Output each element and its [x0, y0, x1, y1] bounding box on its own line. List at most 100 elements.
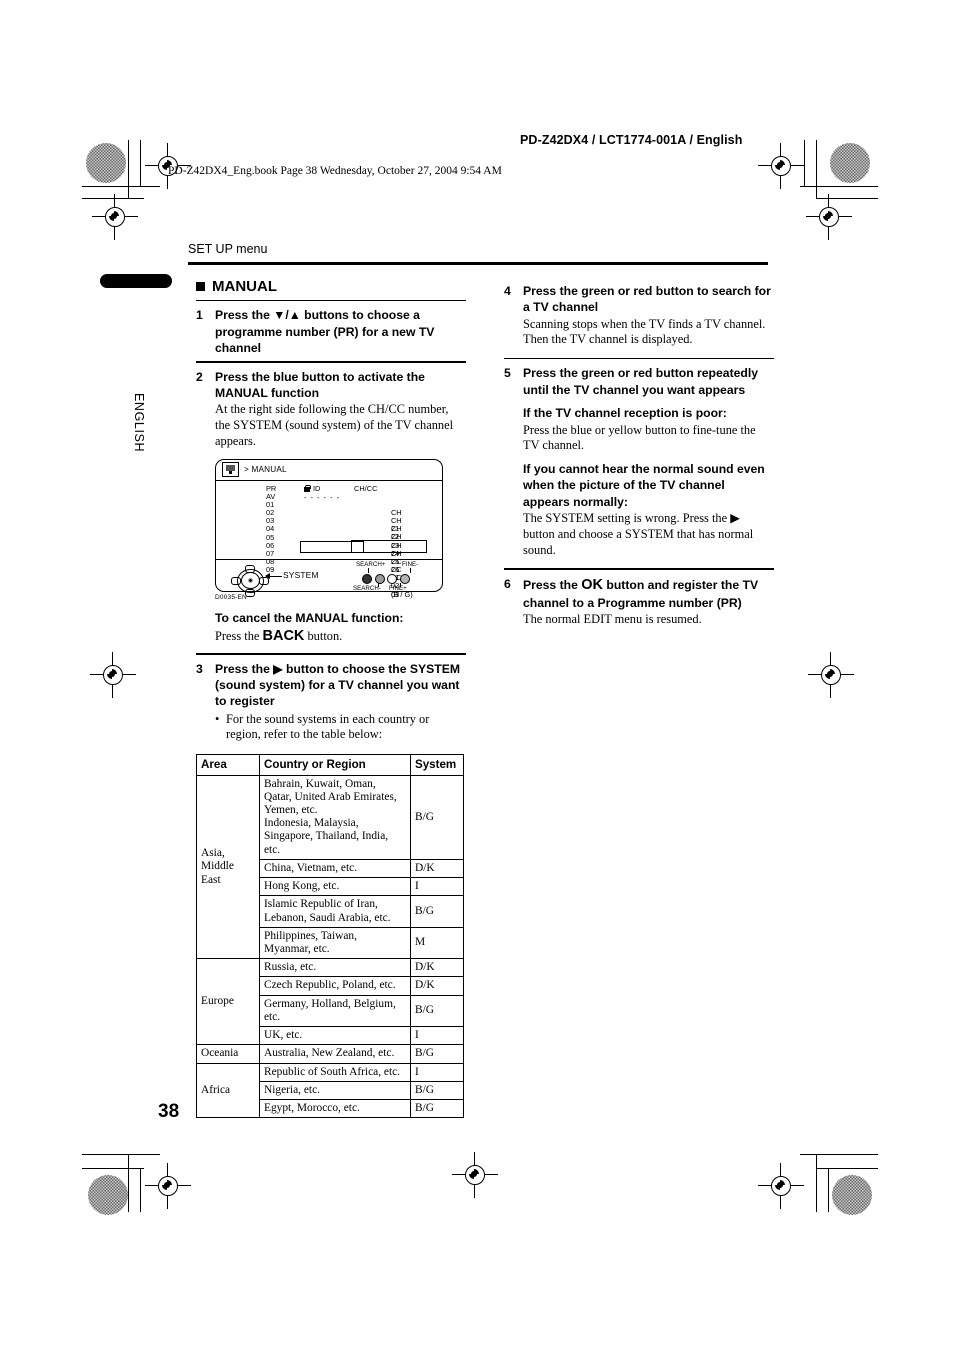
- table-cell-system: B/G: [410, 1080, 464, 1100]
- step-5: 5 Press the green or red button repeated…: [504, 365, 774, 558]
- left-column: MANUAL 1 Press the ▼/▲ buttons to choose…: [196, 278, 466, 1119]
- page-title: SET UP menu: [188, 242, 268, 256]
- tv-channel-list: PR ID CH/CC AV 01 02 03 04 05 06 07 08 0…: [216, 481, 442, 598]
- step-1-number: 1: [196, 308, 203, 323]
- halftone-patch-bl: [88, 1175, 128, 1215]
- table-cell-area: Africa: [196, 1062, 260, 1119]
- block-heading: MANUAL: [196, 278, 466, 295]
- tv-ch-row-1: CH 21: [354, 501, 413, 533]
- step-4: 4 Press the green or red button to searc…: [504, 283, 774, 348]
- square-bullet-icon: [196, 282, 205, 291]
- registration-mark-left-middle: [90, 652, 136, 698]
- table-cell-country: Hong Kong, etc.: [259, 877, 411, 897]
- step-1-heading: Press the ▼/▲ buttons to choose a progra…: [215, 308, 435, 355]
- page-number: 38: [158, 1101, 180, 1122]
- step-2-body: At the right side following the CH/CC nu…: [215, 402, 454, 448]
- table-cell-country: Islamic Republic of Iran, Lebanon, Saudi…: [259, 895, 411, 928]
- crop-line-tr-h1: [800, 186, 878, 188]
- table-cell-country: China, Vietnam, etc.: [259, 858, 411, 879]
- registration-mark-bottom-center: [452, 1152, 498, 1198]
- rule-above-step-1: [196, 300, 466, 302]
- table-cell-country: Bahrain, Kuwait, Oman, Qatar, United Ara…: [259, 774, 411, 860]
- table-header-area: Area: [196, 754, 260, 776]
- right-column: 4 Press the green or red button to searc…: [504, 283, 774, 628]
- step-5-number: 5: [504, 366, 511, 381]
- fine-minus-button-icon: [399, 573, 410, 584]
- table-row: Oceania Australia, New Zealand, etc. B/G: [196, 1044, 464, 1064]
- table-cell-country: Nigeria, etc.: [259, 1080, 411, 1100]
- tv-selected-channel-box[interactable]: [351, 540, 427, 554]
- step-6-number: 6: [504, 576, 511, 591]
- table-cell-country: Philippines, Taiwan, Myanmar, etc.: [259, 926, 411, 960]
- tv-menu-title: > MANUAL: [244, 465, 287, 475]
- step-2: 2 Press the blue button to activate the …: [196, 369, 466, 646]
- table-cell-system: D/K: [410, 976, 464, 996]
- crop-line-tr-v2: [804, 140, 806, 186]
- table-cell-system: B/G: [410, 774, 464, 860]
- system-callout-arrow-icon: [265, 572, 282, 580]
- dpad-center: ◉: [241, 571, 260, 589]
- table-cell-country: Russia, etc.: [259, 958, 411, 978]
- cancel-note-post: button.: [304, 628, 343, 643]
- tv-col-header-id-label: ID: [313, 483, 321, 493]
- table-cell-system: D/K: [410, 858, 464, 879]
- step-3-bullet-text: For the sound systems in each country or…: [226, 711, 430, 742]
- table-row: Europe Russia, etc. D/K: [196, 958, 464, 1046]
- step-6-body: The normal EDIT menu is resumed.: [523, 612, 702, 627]
- registration-mark-left-upper: [92, 194, 138, 240]
- step-2-heading: Press the blue button to activate the MA…: [215, 369, 425, 400]
- table-cell-system: B/G: [410, 1044, 464, 1064]
- table-header-system: System: [410, 754, 464, 776]
- print-model-code: PD-Z42DX4 / LCT1774-001A / English: [520, 133, 743, 147]
- rule-above-step-5: [504, 358, 774, 360]
- table-header-row: Area Country or Region System: [196, 754, 464, 776]
- table-cell-system: B/G: [410, 1098, 464, 1119]
- crop-line-br-v2: [828, 1168, 830, 1212]
- crop-line-bl-h2: [82, 1168, 144, 1170]
- table-row: Africa Republic of South Africa, etc. I: [196, 1062, 464, 1119]
- table-cell-country: Republic of South Africa, etc.: [259, 1062, 411, 1082]
- table-cell-system: I: [410, 1062, 464, 1082]
- label-search-plus: SEARCH+: [356, 560, 386, 568]
- fine-plus-button-icon: [387, 573, 397, 584]
- step-3-heading: Press the ▶ button to choose the SYSTEM …: [215, 661, 461, 709]
- side-tab-marker: [100, 274, 172, 288]
- step-3-bullet: • For the sound systems in each country …: [215, 712, 466, 744]
- crop-line-br-h2: [816, 1168, 878, 1170]
- table-cell-area: Oceania: [196, 1044, 260, 1064]
- note-1-heading: If the TV channel reception is poor:: [523, 406, 727, 421]
- table-cell-area: Europe: [196, 958, 260, 1046]
- rule-above-step-6: [504, 568, 774, 570]
- note-1-body: Press the blue or yellow button to fine-…: [523, 422, 756, 453]
- crop-line-tr-v1: [816, 140, 818, 198]
- rule-above-step-3: [196, 653, 466, 655]
- step-4-heading: Press the green or red button to search …: [523, 284, 771, 315]
- colour-button-row: [362, 573, 410, 584]
- table-cell-country: Australia, New Zealand, etc.: [259, 1044, 411, 1064]
- manual-screen-figure: > MANUAL PR ID CH/CC AV 01 02 03 04 05 0…: [215, 458, 447, 601]
- search-minus-button-icon: [374, 573, 385, 584]
- table-cell-system: I: [410, 877, 464, 897]
- tv-menu-titlebar: > MANUAL: [216, 460, 442, 481]
- note-2-body: The SYSTEM setting is wrong. Press the ▶…: [523, 511, 754, 557]
- halftone-patch-tl: [86, 143, 126, 183]
- registration-mark-right-middle: [808, 652, 854, 698]
- note-2-heading: If you cannot hear the normal sound even…: [523, 462, 765, 509]
- crop-line-br-h1: [800, 1154, 878, 1156]
- tv-control-hints: ◉ SYSTEM SEARCH+ FINE- SEARCH- FINE+: [216, 559, 442, 597]
- tv-id-dashes: - - - - - -: [304, 492, 341, 502]
- step-4-body: Scanning stops when the TV finds a TV ch…: [523, 316, 766, 347]
- tick-fine-minus: [410, 567, 411, 573]
- step-5-heading: Press the green or red button repeatedly…: [523, 366, 759, 397]
- table-cell-country: UK, etc.: [259, 1026, 411, 1046]
- halftone-patch-br: [832, 1175, 872, 1215]
- cancel-note-pre: Press the: [215, 628, 263, 643]
- page-canvas: PD-Z42DX4 / LCT1774-001A / English PD-Z4…: [0, 0, 954, 1351]
- rule-above-step-2: [196, 361, 466, 363]
- back-key-label: BACK: [262, 627, 305, 644]
- sound-system-table: Area Country or Region System Asia, Midd…: [196, 754, 464, 1119]
- cancel-note-heading: To cancel the MANUAL function:: [215, 610, 404, 625]
- tv-screen-frame: > MANUAL PR ID CH/CC AV 01 02 03 04 05 0…: [215, 458, 443, 598]
- system-callout-label: SYSTEM: [283, 569, 319, 580]
- language-side-tab: ENGLISH: [132, 393, 146, 453]
